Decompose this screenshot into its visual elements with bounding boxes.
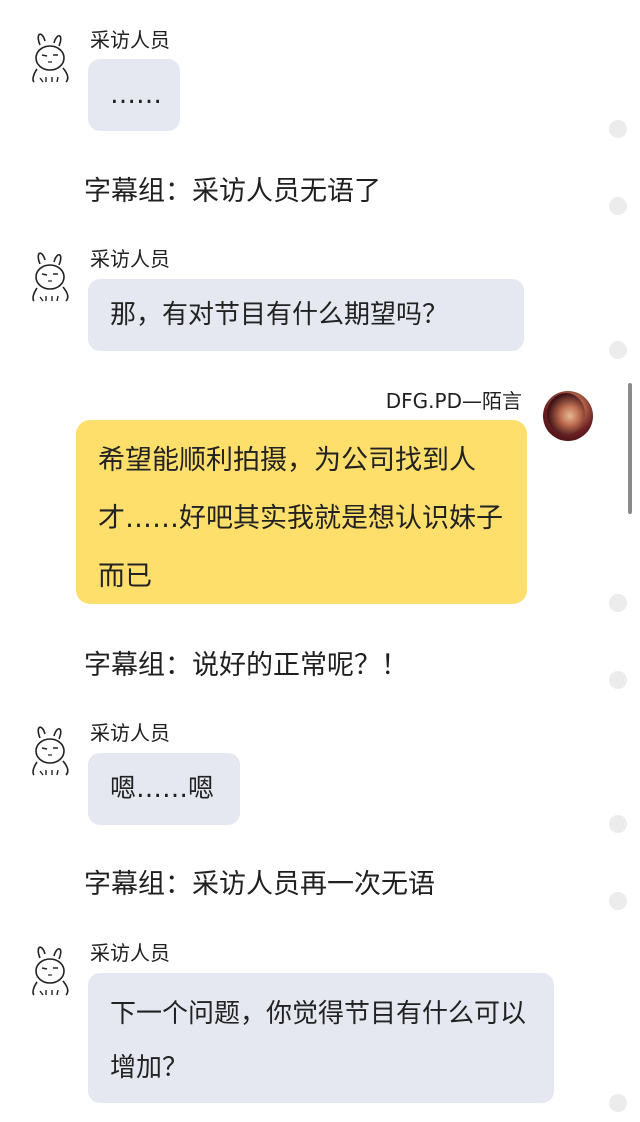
timeline-dot[interactable] — [609, 671, 627, 689]
sender-name: 采访人员 — [90, 721, 170, 745]
timeline-dot[interactable] — [609, 197, 627, 215]
rabbit-face-icon — [28, 944, 72, 996]
sender-name: 采访人员 — [90, 941, 170, 965]
sender-name: 采访人员 — [90, 28, 170, 52]
chat-history: 采访人员 …… 字幕组：采访人员无语了 采访人员 那，有对节目有什么期望吗？ D… — [0, 0, 640, 1122]
user-avatar[interactable] — [543, 391, 593, 441]
message-timeline — [609, 0, 627, 1122]
rabbit-face-icon — [28, 250, 72, 302]
timeline-dot[interactable] — [609, 815, 627, 833]
timeline-dot[interactable] — [609, 120, 627, 138]
rabbit-face-icon — [28, 31, 72, 83]
sender-name: DFG.PD—陌言 — [385, 389, 522, 413]
caption-text: 字幕组：说好的正常呢？！ — [84, 650, 408, 681]
rabbit-face-icon — [28, 724, 72, 776]
timeline-dot[interactable] — [609, 1094, 627, 1112]
message-bubble[interactable]: 嗯……嗯 — [88, 753, 240, 825]
timeline-dot[interactable] — [609, 594, 627, 612]
message-bubble[interactable]: 下一个问题，你觉得节目有什么可以增加？ — [88, 973, 554, 1103]
timeline-dot[interactable] — [609, 341, 627, 359]
message-bubble[interactable]: 希望能顺利拍摄，为公司找到人才……好吧其实我就是想认识妹子而已 — [76, 420, 527, 604]
timeline-dot[interactable] — [609, 892, 627, 910]
caption-text: 字幕组：采访人员再一次无语 — [84, 869, 435, 900]
sender-name: 采访人员 — [90, 247, 170, 271]
message-bubble[interactable]: 那，有对节目有什么期望吗？ — [88, 279, 524, 351]
message-bubble[interactable]: …… — [88, 59, 180, 131]
caption-text: 字幕组：采访人员无语了 — [84, 176, 381, 207]
scrollbar-thumb[interactable] — [628, 383, 632, 514]
